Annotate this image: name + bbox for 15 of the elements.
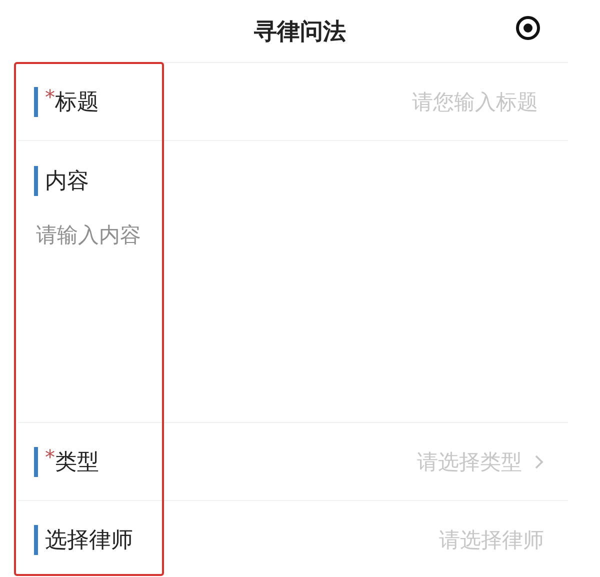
required-mark: * xyxy=(45,84,55,108)
accent-bar xyxy=(34,86,38,116)
accent-bar xyxy=(34,524,38,554)
field-label: 标题 xyxy=(55,88,99,116)
select-field[interactable]: 请选择律师 xyxy=(133,520,568,560)
field-label: 选择律师 xyxy=(45,526,133,554)
accent-bar xyxy=(34,166,38,196)
page-title: 寻律问法 xyxy=(254,18,346,46)
select-field[interactable]: 请选择类型 xyxy=(99,442,568,482)
required-mark: * xyxy=(45,444,55,468)
field-label: 内容 xyxy=(45,168,89,196)
accent-bar xyxy=(34,446,38,476)
title-input[interactable]: 请您输入标题 xyxy=(99,88,540,114)
field-label: 类型 xyxy=(55,448,99,476)
record-icon[interactable] xyxy=(515,15,541,41)
